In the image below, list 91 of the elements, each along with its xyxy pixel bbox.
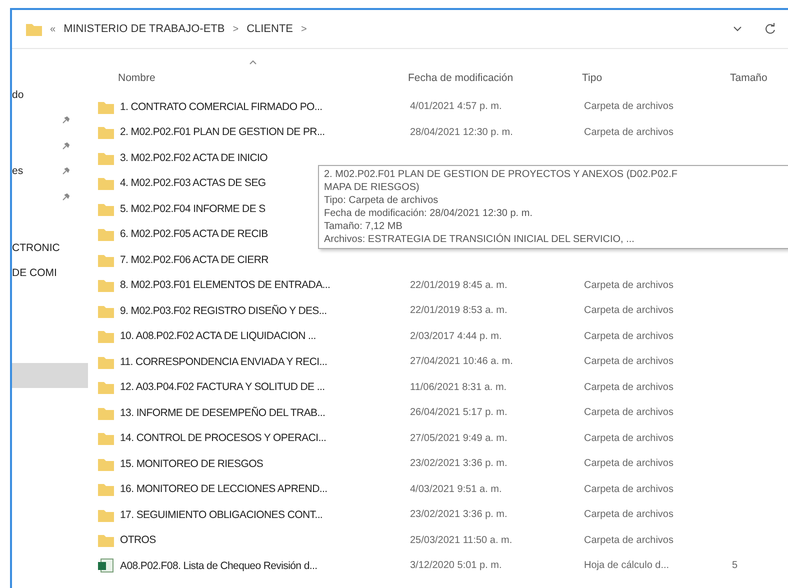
file-name[interactable]: 11. CORRESPONDENCIA ENVIADA Y RECI... [120, 356, 410, 368]
address-bar[interactable]: « MINISTERIO DE TRABAJO-ETB > CLIENTE > [12, 10, 788, 49]
tooltip-line: Archivos: ESTRATEGIA DE TRANSICIÓN INICIAL DEL SERVICIO, ... [324, 234, 634, 245]
file-type: Carpeta de archivos [584, 126, 674, 138]
file-type: Carpeta de archivos [584, 305, 674, 316]
folder-icon [98, 125, 114, 140]
folder-icon [98, 278, 114, 292]
sidebar-item[interactable]: DE COMI [12, 267, 57, 280]
modified-date: 11/06/2021 8:31 a. m. [410, 382, 508, 393]
folder-icon [98, 482, 114, 496]
folder-icon [98, 329, 114, 344]
modified-date: 25/03/2021 11:50 a. m. [410, 534, 514, 546]
file-type: Carpeta de archivos [584, 458, 674, 470]
folder-icon [98, 252, 114, 267]
file-type: Carpeta de archivos [584, 330, 674, 342]
file-name[interactable]: 10. A08.P02.F02 ACTA DE LIQUIDACION ... [120, 330, 410, 342]
modified-date: 3/12/2020 5:01 p. m. [410, 560, 503, 572]
file-type: Carpeta de archivos [584, 407, 674, 418]
column-header[interactable]: Fecha de modificación [408, 60, 582, 84]
file-type: Carpeta de archivos [584, 280, 674, 291]
column-header[interactable]: Nombre [118, 60, 408, 84]
file-name[interactable]: A08.P02.F08. Lista de Chequeo Revisión d... [120, 560, 410, 572]
file-name[interactable]: 1. CONTRATO COMERCIAL FIRMADO PO... [120, 100, 410, 113]
folder-icon [98, 406, 114, 420]
folder-icon [98, 100, 114, 114]
folder-icon [98, 431, 114, 446]
folder-icon [98, 533, 114, 548]
tooltip-line: Tipo: Carpeta de archivos [324, 195, 438, 206]
modified-date: 2/03/2017 4:44 p. m. [410, 330, 503, 342]
folder-icon [98, 176, 114, 190]
file-name[interactable]: 8. M02.P03.F01 ELEMENTOS DE ENTRADA... [120, 279, 410, 292]
file-name[interactable]: 16. MONITOREO DE LECCIONES APREND... [120, 483, 410, 496]
folder-icon [26, 22, 42, 36]
file-size: 5 [732, 560, 739, 572]
modified-date: 23/02/2021 3:36 p. m. [410, 509, 508, 520]
pin-icon[interactable] [62, 192, 70, 201]
folder-icon [98, 304, 114, 318]
folder-icon [98, 380, 114, 394]
breadcrumb-separator[interactable]: > [232, 24, 239, 34]
tooltip-line: Fecha de modificación: 28/04/2021 12:30 p. m. [324, 208, 532, 219]
folder-icon [98, 202, 114, 216]
spreadsheet-icon [98, 558, 114, 574]
file-name[interactable]: 13. INFORME DE DESEMPEÑO DEL TRAB... [120, 406, 410, 419]
file-type: Carpeta de archivos [584, 484, 674, 495]
modified-date: 26/04/2021 5:17 p. m. [410, 407, 508, 418]
modified-date: 4/03/2021 9:51 a. m. [410, 484, 503, 495]
tooltip-line: 2. M02.P02.F01 PLAN DE GESTION DE PROYECTOS Y ANEXOS (D02.P02.F [324, 169, 678, 180]
file-name[interactable]: 3. M02.P02.F02 ACTA DE INICIO [120, 152, 410, 164]
modified-date: 22/01/2019 8:45 a. m. [410, 280, 508, 291]
folder-icon [98, 508, 114, 522]
file-type: Carpeta de archivos [584, 534, 674, 546]
dropdown-icon[interactable] [733, 26, 742, 32]
file-type: Carpeta de archivos [584, 382, 674, 393]
breadcrumb[interactable]: CLIENTE [246, 23, 294, 35]
file-type: Carpeta de archivos [584, 432, 674, 444]
breadcrumb[interactable]: MINISTERIO DE TRABAJO-ETB [64, 23, 225, 35]
folder-icon [98, 227, 114, 242]
sidebar-item[interactable]: do [12, 88, 24, 101]
folder-icon [98, 456, 114, 471]
folder-icon [98, 150, 114, 165]
breadcrumb-separator[interactable]: > [301, 24, 307, 34]
modified-date: 22/01/2019 8:53 a. m. [410, 305, 508, 316]
file-name[interactable]: OTROS [120, 534, 410, 546]
pin-icon[interactable] [62, 167, 70, 176]
file-name[interactable]: 17. SEGUIMIENTO OBLIGACIONES CONT... [120, 508, 410, 521]
file-name[interactable]: 14. CONTROL DE PROCESOS Y OPERACI... [120, 432, 410, 444]
overflow-chevron[interactable]: « [50, 24, 56, 34]
tooltip-line: MAPA DE RIESGOS) [324, 182, 420, 193]
modified-date: 27/04/2021 10:46 a. m. [410, 356, 514, 368]
file-name[interactable]: 9. M02.P03.F02 REGISTRO DISEÑO Y DES... [120, 304, 410, 317]
sidebar-item[interactable]: es [12, 165, 24, 178]
file-type: Carpeta de archivos [584, 356, 674, 368]
file-type: Carpeta de archivos [584, 509, 674, 520]
pin-icon[interactable] [62, 142, 70, 150]
modified-date: 28/04/2021 12:30 p. m. [410, 126, 514, 138]
pin-icon[interactable] [62, 116, 70, 124]
column-header[interactable]: Tipo [582, 60, 730, 84]
file-name[interactable]: 2. M02.P02.F01 PLAN DE GESTION DE PR... [120, 126, 410, 138]
refresh-icon[interactable] [764, 23, 776, 35]
file-name[interactable]: 7. M02.P02.F06 ACTA DE CIERR [120, 254, 410, 266]
folder-icon [98, 354, 114, 369]
sidebar-item[interactable]: CTRONIC [12, 242, 60, 254]
file-name[interactable]: 12. A03.P04.F02 FACTURA Y SOLITUD DE ... [120, 381, 410, 394]
tooltip-line: Tamaño: 7,12 MB [324, 221, 402, 232]
column-header[interactable]: Tamaño [730, 60, 788, 84]
file-type: Hoja de cálculo d... [584, 560, 670, 572]
file-type: Carpeta de archivos [584, 101, 674, 112]
modified-date: 4/01/2021 4:57 p. m. [410, 101, 503, 112]
modified-date: 27/05/2021 9:49 a. m. [410, 432, 508, 444]
modified-date: 23/02/2021 3:36 p. m. [410, 458, 508, 470]
file-name[interactable]: 15. MONITOREO DE RIESGOS [120, 458, 410, 470]
